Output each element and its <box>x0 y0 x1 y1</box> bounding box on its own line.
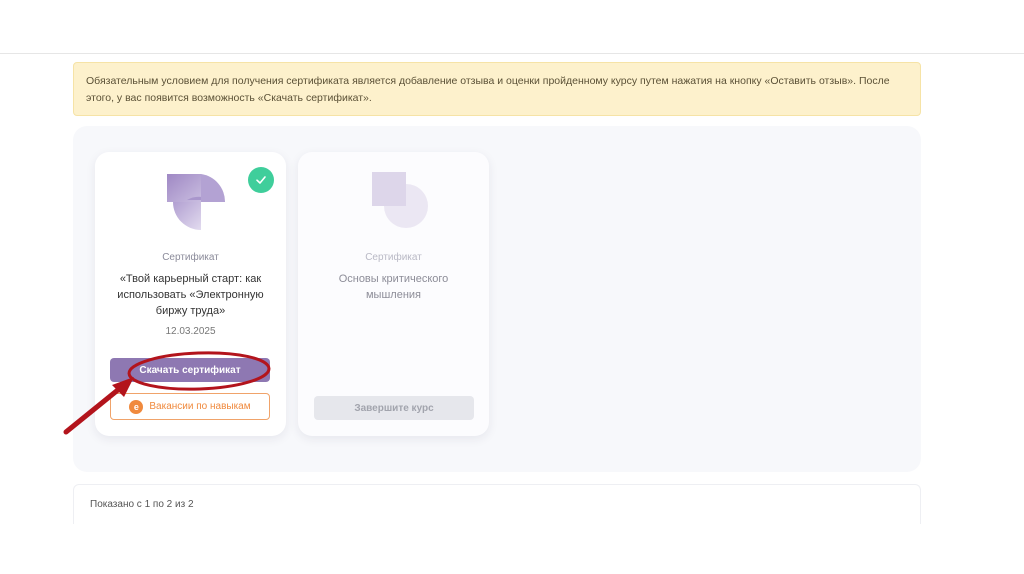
notice-text: Обязательным условием для получения серт… <box>86 75 890 104</box>
course-title: Основы критического мышления <box>338 273 449 301</box>
certificate-notice-banner: Обязательным условием для получения серт… <box>73 62 921 116</box>
finish-course-label: Завершите курс <box>354 402 434 414</box>
certificate-logo-icon <box>167 174 225 230</box>
finish-course-button: Завершите курс <box>314 396 474 420</box>
labor-exchange-logo-icon: e <box>129 399 144 414</box>
certificate-label: Сертификат <box>162 252 219 263</box>
certificate-logo-icon <box>372 172 428 228</box>
pagination-footer: Показано с 1 по 2 из 2 <box>73 484 921 524</box>
vacancies-by-skills-button[interactable]: e Вакансии по навыкам <box>110 393 270 420</box>
completion-date: 12.03.2025 <box>165 326 216 337</box>
check-icon <box>248 167 274 193</box>
certificate-card-completed: Сертификат «Твой карьерный старт: как ис… <box>95 152 286 436</box>
download-certificate-button[interactable]: Скачать сертификат <box>110 358 270 382</box>
vacancies-by-skills-label: Вакансии по навыкам <box>149 401 251 412</box>
download-certificate-label: Скачать сертификат <box>139 364 241 376</box>
course-title: «Твой карьерный старт: как использовать … <box>117 273 264 317</box>
top-header-bar <box>0 0 1024 54</box>
certificate-card-locked: Сертификат Основы критического мышления … <box>298 152 489 436</box>
certificate-label: Сертификат <box>365 252 422 263</box>
pagination-info: Показано с 1 по 2 из 2 <box>90 499 194 510</box>
